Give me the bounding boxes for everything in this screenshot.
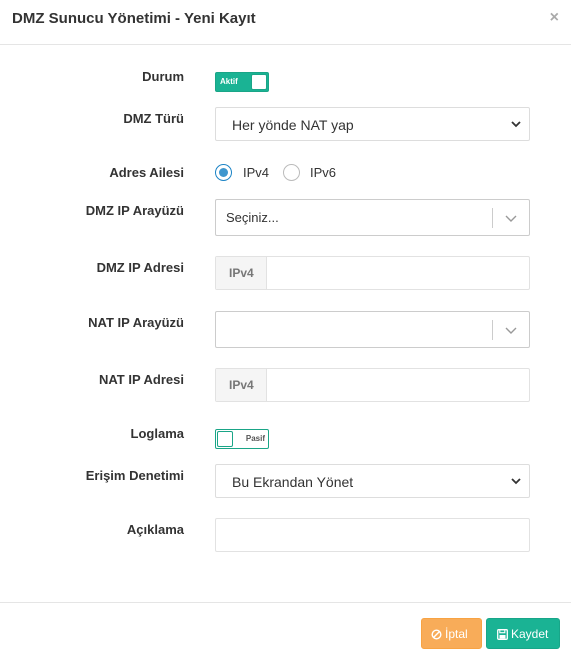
dmz-ip-arayuzu-label: DMZ IP Arayüzü [85,203,184,218]
ban-icon [431,629,442,640]
toggle-knob [251,74,267,90]
dmz-ip-adresi-input-group: IPv4 [215,256,530,290]
ipv6-radio[interactable] [283,164,300,181]
loglama-label: Loglama [130,426,184,441]
close-icon[interactable]: × [550,9,559,27]
durum-toggle[interactable]: Aktif [215,72,269,92]
save-button-label: Kaydet [511,627,549,641]
erisim-denetimi-select[interactable]: Bu Ekrandan Yönet [215,464,530,498]
ipv4-radio[interactable] [215,164,232,181]
loglama-toggle[interactable]: Pasif [215,429,269,449]
dmz-ip-adresi-label: DMZ IP Adresi [96,260,184,275]
modal-title: DMZ Sunucu Yönetimi - Yeni Kayıt [12,10,256,27]
ipv6-radio-label: IPv6 [310,165,337,180]
nat-ip-arayuzu-select[interactable] [215,311,530,348]
dmz-turu-select[interactable]: Her yönde NAT yap [215,107,530,141]
cancel-button-label: İptal [445,627,468,641]
ipv4-addon-text: IPv4 [229,378,254,392]
ipv4-addon-text: IPv4 [229,266,254,280]
divider [492,208,493,228]
chevron-down-icon [505,327,517,334]
dmz-ip-adresi-input[interactable] [268,257,529,289]
chevron-down-icon [505,215,517,222]
durum-toggle-text: Aktif [220,77,238,86]
erisim-denetimi-label: Erişim Denetimi [85,468,184,483]
nat-ip-arayuzu-label: NAT IP Arayüzü [88,315,184,330]
ipv4-addon: IPv4 [216,257,267,289]
modal-dialog: DMZ Sunucu Yönetimi - Yeni Kayıt × Durum… [0,0,571,659]
cancel-button[interactable]: İptal [421,618,482,649]
nat-ip-adresi-input[interactable] [268,369,529,401]
ipv4-addon: IPv4 [216,369,267,401]
nat-ip-adresi-input-group: IPv4 [215,368,530,402]
chevron-down-icon [511,478,521,485]
loglama-toggle-text: Pasif [245,434,265,443]
divider [492,320,493,340]
save-button[interactable]: Kaydet [486,618,560,649]
toggle-knob [217,431,233,447]
chevron-down-icon [511,121,521,128]
erisim-denetimi-value: Bu Ekrandan Yönet [232,474,354,490]
dmz-turu-value: Her yönde NAT yap [232,117,354,133]
nat-ip-adresi-label: NAT IP Adresi [98,372,184,387]
aciklama-input[interactable] [215,518,530,552]
aciklama-label: Açıklama [126,522,184,537]
durum-label: Durum [142,69,184,84]
dmz-ip-arayuzu-select[interactable]: Seçiniz... [215,199,530,236]
ipv4-radio-label: IPv4 [243,165,270,180]
dmz-turu-label: DMZ Türü [123,111,184,126]
floppy-disk-icon [497,629,508,640]
adres-ailesi-label: Adres Ailesi [109,165,184,180]
modal-header: DMZ Sunucu Yönetimi - Yeni Kayıt × [0,0,571,45]
dmz-ip-arayuzu-value: Seçiniz... [226,210,279,225]
modal-footer: İptal Kaydet [0,602,571,659]
